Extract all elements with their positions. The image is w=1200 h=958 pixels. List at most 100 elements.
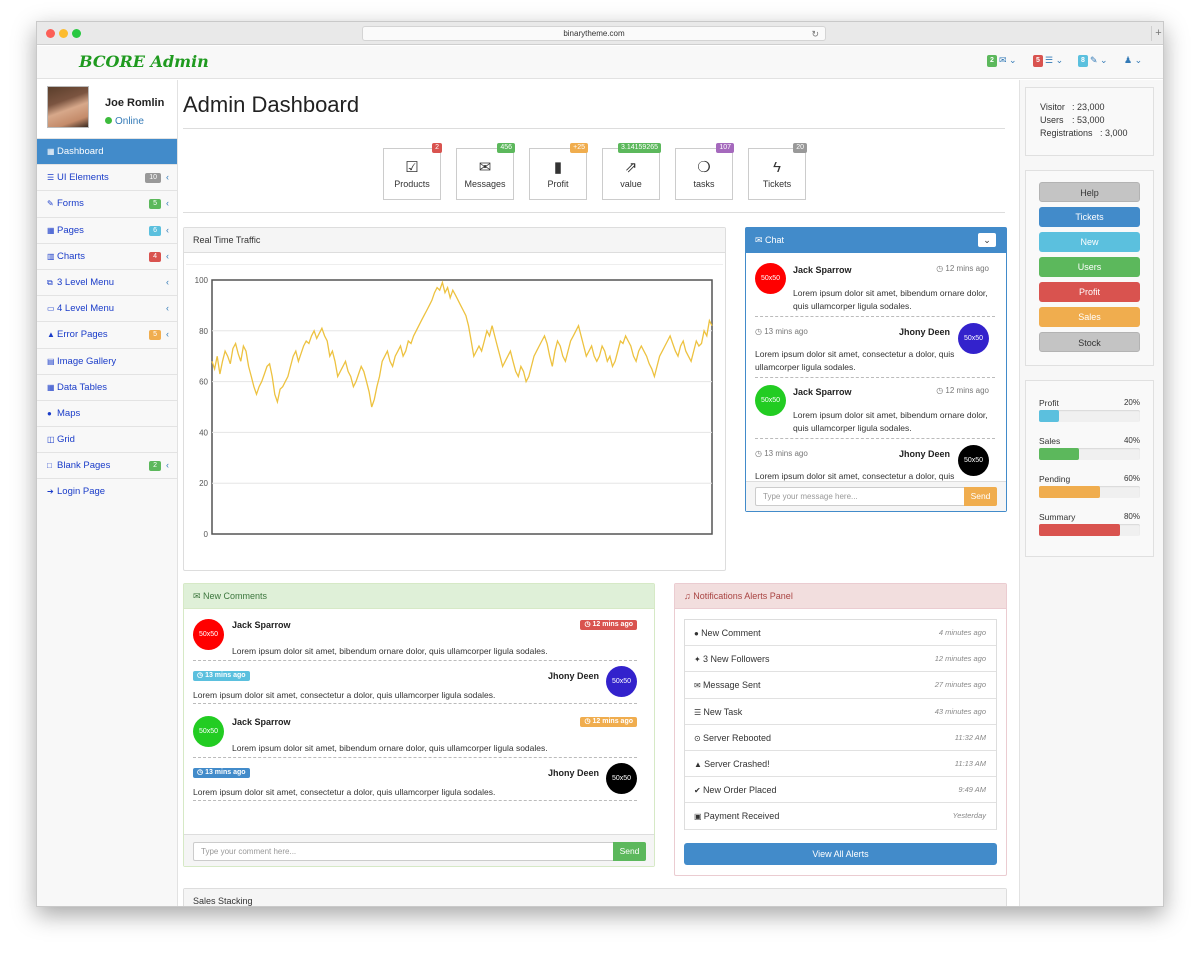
chat-text: Lorem ipsum dolor sit amet, consectetur … xyxy=(755,349,955,372)
progress-value: 60% xyxy=(1123,474,1140,483)
sidebar-item-maps[interactable]: ● Maps xyxy=(37,399,177,427)
stat-label: Profit xyxy=(547,179,569,189)
chat-message-input[interactable]: Type your message here... xyxy=(755,487,965,506)
sidebar-item-dashboard[interactable]: ▦ Dashboard xyxy=(37,138,177,165)
quick-button-sales[interactable]: Sales xyxy=(1039,307,1140,327)
sidebar-item-label: Image Gallery xyxy=(57,355,117,367)
close-window-icon[interactable] xyxy=(46,29,55,38)
brand-logo[interactable]: BCORE Admin xyxy=(79,52,209,71)
comment-time-badge: ◷ 12 mins ago xyxy=(580,717,637,727)
progress-sales: Sales 40% xyxy=(1026,430,1153,466)
comment-icon: ● xyxy=(694,629,702,638)
alert-label: Server Rebooted xyxy=(702,732,771,743)
progress-pending: Pending 60% xyxy=(1026,468,1153,504)
columns-icon: ◫ xyxy=(47,435,55,445)
alert-item[interactable]: ▲ Server Crashed! 11:13 AM xyxy=(685,751,996,778)
alert-item[interactable]: ⊙ Server Rebooted 11:32 AM xyxy=(685,725,996,751)
alert-time: Yesterday xyxy=(952,811,986,821)
chat-footer: Type your message here... Send xyxy=(746,481,1006,511)
sidebar-item-grid[interactable]: ◫ Grid xyxy=(37,426,177,453)
sidebar-item-blank-pages[interactable]: □ Blank Pages 2 ‹ xyxy=(37,452,177,479)
clock-icon: ◷ xyxy=(755,327,765,336)
stat-tasks[interactable]: ❍ tasks 107 xyxy=(675,143,734,200)
chat-author: Jack Sparrow xyxy=(793,265,852,275)
envelope-icon[interactable]: ✉ ⌄ xyxy=(999,55,1017,66)
view-all-alerts-button[interactable]: View All Alerts xyxy=(684,843,997,865)
chat-time: ◷ 12 mins ago xyxy=(936,264,989,273)
progress-bars: Profit 20% Sales 40% Pending 60% Summary 80% xyxy=(1026,392,1153,542)
warning-icon: ▲ xyxy=(47,330,55,340)
quick-button-help[interactable]: Help xyxy=(1039,182,1140,202)
chat-send-button[interactable]: Send xyxy=(964,487,997,506)
stat-profit[interactable]: ▮ Profit +25 xyxy=(529,143,588,200)
sidebar: Joe Romlin Online ▦ Dashboard ☰ UI Elements… xyxy=(37,80,178,906)
alert-item[interactable]: ☰ New Task 43 minutes ago xyxy=(685,699,996,725)
sales-stacking-panel: Sales Stacking xyxy=(183,888,1007,906)
quick-button-tickets[interactable]: Tickets xyxy=(1039,207,1140,227)
alert-time: 9:49 AM xyxy=(958,785,986,795)
y-tick-label: 20 xyxy=(199,479,208,488)
sidebar-item-4-level-menu[interactable]: ▭ 4 Level Menu ‹ xyxy=(37,295,177,322)
alert-item[interactable]: ● New Comment 4 minutes ago xyxy=(685,620,996,647)
chat-time-text: 12 mins ago xyxy=(945,264,989,273)
chat-message: 50x50 Jack Sparrow ◷ 12 mins ago Lorem ipsu… xyxy=(746,384,1006,446)
alert-item[interactable]: ✉ Message Sent 27 minutes ago xyxy=(685,672,996,699)
comment-send-button[interactable]: Send xyxy=(613,842,646,861)
chat-time: ◷ 13 mins ago xyxy=(755,327,808,336)
address-bar[interactable]: binarytheme.com ↻ xyxy=(362,26,826,41)
comment-input[interactable]: Type your comment here... xyxy=(193,842,614,861)
user-icon[interactable]: ♟ ⌄ xyxy=(1124,55,1142,66)
count-badge: 4 xyxy=(149,251,161,262)
stat-tickets[interactable]: ϟ Tickets 20 xyxy=(748,143,807,200)
chevron-left-icon: ‹ xyxy=(166,172,169,183)
sidebar-item-pages[interactable]: ▦ Pages 6 ‹ xyxy=(37,216,177,243)
sidebar-item-login-page[interactable]: ➔ Login Page xyxy=(37,478,177,505)
maximize-window-icon[interactable] xyxy=(72,29,81,38)
browser-window: binarytheme.com ↻ + BCORE Admin 2 ✉ ⌄ 5 … xyxy=(36,21,1164,907)
quick-button-users[interactable]: Users xyxy=(1039,257,1140,277)
alert-item[interactable]: ▣ Payment Received Yesterday xyxy=(685,803,996,830)
table-icon: ▦ xyxy=(47,382,55,392)
sidebar-item-data-tables[interactable]: ▦ Data Tables xyxy=(37,373,177,400)
sidebar-item-image-gallery[interactable]: ▤ Image Gallery xyxy=(37,347,177,374)
comment-item: 50x50 Jhony Deen ◷ 13 mins ago Lorem ipsum … xyxy=(184,666,654,714)
chat-author: Jhony Deen xyxy=(898,327,950,337)
count-badge: 10 xyxy=(145,173,161,184)
quick-button-new[interactable]: New xyxy=(1039,232,1140,252)
quick-button-profit[interactable]: Profit xyxy=(1039,282,1140,302)
progress-value: 40% xyxy=(1123,436,1140,445)
tasks-icon[interactable]: ☰ ⌄ xyxy=(1045,55,1063,66)
minimize-window-icon[interactable] xyxy=(59,29,68,38)
sidebar-item-3-level-menu[interactable]: ⧉ 3 Level Menu ‹ xyxy=(37,268,177,296)
sidebar-item-label: Login Page xyxy=(57,486,106,498)
alert-item[interactable]: ✔ New Order Placed 9:49 AM xyxy=(685,777,996,804)
table-icon: ▦ xyxy=(47,225,55,235)
sidebar-item-forms[interactable]: ✎ Forms 5 ‹ xyxy=(37,190,177,217)
quick-button-stock[interactable]: Stock xyxy=(1039,332,1140,352)
sidebar-item-charts[interactable]: ▥ Charts 4 ‹ xyxy=(37,242,177,269)
new-tab-button[interactable]: + xyxy=(1151,26,1163,41)
stat-badge: 456 xyxy=(497,143,515,153)
stat-messages[interactable]: ✉ Messages 456 xyxy=(456,143,515,200)
chevron-down-icon[interactable]: ⌄ xyxy=(978,233,996,247)
y-tick-label: 80 xyxy=(199,327,208,336)
y-tick-label: 0 xyxy=(204,530,209,539)
sidebar-item-ui-elements[interactable]: ☰ UI Elements 10 ‹ xyxy=(37,164,177,191)
chat-time: ◷ 12 mins ago xyxy=(936,386,989,395)
money-icon: ▣ xyxy=(694,812,704,822)
clock-icon: ◷ xyxy=(197,672,206,679)
progress-value: 80% xyxy=(1123,512,1140,521)
stat-value[interactable]: ⇗ value 3.14159265 xyxy=(602,143,661,200)
comments-icon[interactable]: ✎ ⌄ xyxy=(1090,55,1108,66)
sidebar-item-error-pages[interactable]: ▲ Error Pages 5 ‹ xyxy=(37,321,177,348)
alert-item[interactable]: ✦ 3 New Followers 12 minutes ago xyxy=(685,646,996,673)
reload-icon[interactable]: ↻ xyxy=(811,27,819,41)
chat-messages[interactable]: 50x50 Jack Sparrow ◷ 12 mins ago Lorem ipsu… xyxy=(746,254,1006,481)
chevron-left-icon: ‹ xyxy=(166,276,169,287)
user-profile: Joe Romlin Online xyxy=(37,80,177,138)
folder-icon: ▭ xyxy=(47,304,55,314)
progress-fill xyxy=(1039,448,1080,460)
progress-fill xyxy=(1039,524,1120,536)
count-badge: 2 xyxy=(149,461,161,472)
stat-products[interactable]: ☑ Products 2 xyxy=(383,143,442,200)
